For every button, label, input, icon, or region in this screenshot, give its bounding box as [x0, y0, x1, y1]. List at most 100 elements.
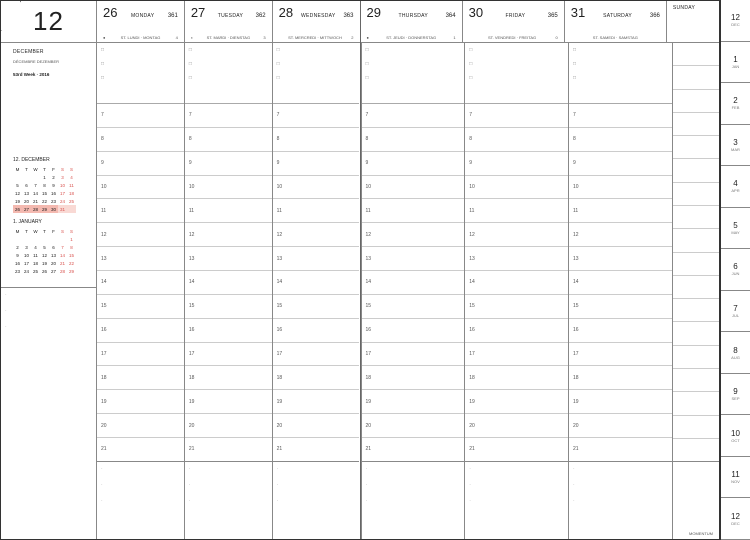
hour-row: 19	[97, 390, 184, 414]
hour-grid: 789101112131415161718192021	[273, 103, 360, 461]
tab-number: 7	[733, 304, 737, 313]
month-tab[interactable]: 8AUG	[721, 332, 750, 374]
month-tab[interactable]: 12DEC	[721, 498, 750, 540]
hour-grid: 789101112131415161718192021	[97, 103, 184, 461]
hour-row: 20	[569, 414, 672, 438]
hour-row: 21	[362, 438, 465, 461]
tab-number: 4	[733, 179, 737, 188]
checkbox-marker: □	[366, 47, 461, 53]
checkbox-marker: □	[189, 61, 268, 67]
hour-row: 15	[273, 295, 360, 319]
hour-row: 20	[362, 414, 465, 438]
month-tab[interactable]: 12DEC	[721, 0, 750, 42]
hour-row: 7	[273, 104, 360, 128]
hour-row: 17	[465, 343, 568, 367]
tab-number: 3	[733, 138, 737, 147]
hour-row: 11	[97, 199, 184, 223]
hour-row: 13	[185, 247, 272, 271]
checkbox-marker: □	[277, 61, 356, 67]
hour-row: 10	[569, 176, 672, 200]
checkbox-marker: □	[101, 47, 180, 53]
hour-row: 16	[569, 319, 672, 343]
week-number: 53rd Week · 2016	[13, 72, 90, 77]
hour-row: 18	[569, 366, 672, 390]
hour-row: 16	[185, 319, 272, 343]
tab-label: NOV	[731, 479, 740, 484]
right-header: 29THURSDAY364 ●ST. JEUDI · DONNERSTAG1 3…	[361, 1, 720, 43]
month-tab[interactable]: 6JUN	[721, 249, 750, 291]
left-page: 12 26MONDAY361 ●ST. LUNDI · MONTAG4 27TU…	[1, 1, 361, 539]
hour-row: 8	[362, 128, 465, 152]
hour-row: 16	[97, 319, 184, 343]
minical-jan: 1. JANUARYMTWTFSS12345678910111213141516…	[13, 219, 90, 275]
tab-label: FEB	[732, 105, 740, 110]
hour-row: 19	[362, 390, 465, 414]
day-bottom-notes: ···	[185, 461, 272, 539]
tab-label: SEP	[731, 396, 739, 401]
tab-label: JUL	[732, 313, 739, 318]
hour-row: 18	[362, 366, 465, 390]
day-bottom-notes: ···	[97, 461, 184, 539]
hour-row: 12	[97, 223, 184, 247]
tab-number: 6	[733, 262, 737, 271]
month-tab[interactable]: 5MAY	[721, 208, 750, 250]
month-tab[interactable]: 7JUL	[721, 291, 750, 333]
month-tab[interactable]: 4APR	[721, 166, 750, 208]
day-column: □□□789101112131415161718192021···	[568, 43, 672, 539]
hour-row: 13	[362, 247, 465, 271]
tab-number: 5	[733, 221, 737, 230]
day-header-thu: 29THURSDAY364 ●ST. JEUDI · DONNERSTAG1	[361, 1, 462, 42]
hour-row: 11	[569, 199, 672, 223]
day-bottom-notes: ···	[273, 461, 360, 539]
month-tab[interactable]: 10OCT	[721, 415, 750, 457]
month-tab[interactable]: 11NOV	[721, 457, 750, 499]
hour-row: 20	[273, 414, 360, 438]
month-tab[interactable]: 2FEB	[721, 83, 750, 125]
checkbox-marker: □	[573, 47, 668, 53]
left-day-columns: □□□789101112131415161718192021···□□□7891…	[96, 43, 360, 539]
hour-row: 21	[569, 438, 672, 461]
checkbox-marker: □	[101, 75, 180, 81]
hour-row: 10	[362, 176, 465, 200]
hour-row: 8	[569, 128, 672, 152]
hour-row: 13	[273, 247, 360, 271]
hour-row: 20	[185, 414, 272, 438]
month-tab[interactable]: 9SEP	[721, 374, 750, 416]
hour-row: 8	[273, 128, 360, 152]
hour-row: 19	[569, 390, 672, 414]
hour-row: 10	[97, 176, 184, 200]
hour-row: 14	[97, 271, 184, 295]
sunday-column	[672, 43, 719, 539]
hour-row: 21	[97, 438, 184, 461]
hour-row: 19	[185, 390, 272, 414]
checkbox-marker: □	[277, 47, 356, 53]
hour-row: 10	[273, 176, 360, 200]
day-header-sun: SUNDAY	[666, 1, 719, 42]
tab-number: 11	[731, 470, 739, 479]
checkbox-marker: □	[189, 75, 268, 81]
month-tab[interactable]: 1JAN	[721, 42, 750, 84]
month-tab[interactable]: 3MAR	[721, 125, 750, 167]
hour-row: 19	[273, 390, 360, 414]
month-name: DECEMBER	[13, 49, 90, 55]
hour-row: 18	[273, 366, 360, 390]
hour-row: 18	[185, 366, 272, 390]
hour-row: 11	[185, 199, 272, 223]
hour-row: 7	[569, 104, 672, 128]
day-header-mon: 26MONDAY361 ●ST. LUNDI · MONTAG4	[96, 1, 184, 42]
hour-row: 11	[362, 199, 465, 223]
tab-label: JUN	[732, 271, 740, 276]
tab-label: MAR	[731, 147, 740, 152]
tab-label: MAY	[731, 230, 739, 235]
hour-row: 16	[465, 319, 568, 343]
tab-label: AUG	[731, 355, 740, 360]
month-sub: DÉCEMBRE DEZEMBER	[13, 59, 90, 64]
minical-title: 1. JANUARY	[13, 219, 90, 225]
hour-row: 14	[465, 271, 568, 295]
tab-number: 2	[733, 96, 737, 105]
checkbox-marker: □	[573, 61, 668, 67]
hour-row: 12	[185, 223, 272, 247]
hour-grid: 789101112131415161718192021	[185, 103, 272, 461]
minical-dec: 12. DECEMBERMTWTFSS123456789101112131415…	[13, 157, 90, 213]
hour-row: 16	[362, 319, 465, 343]
